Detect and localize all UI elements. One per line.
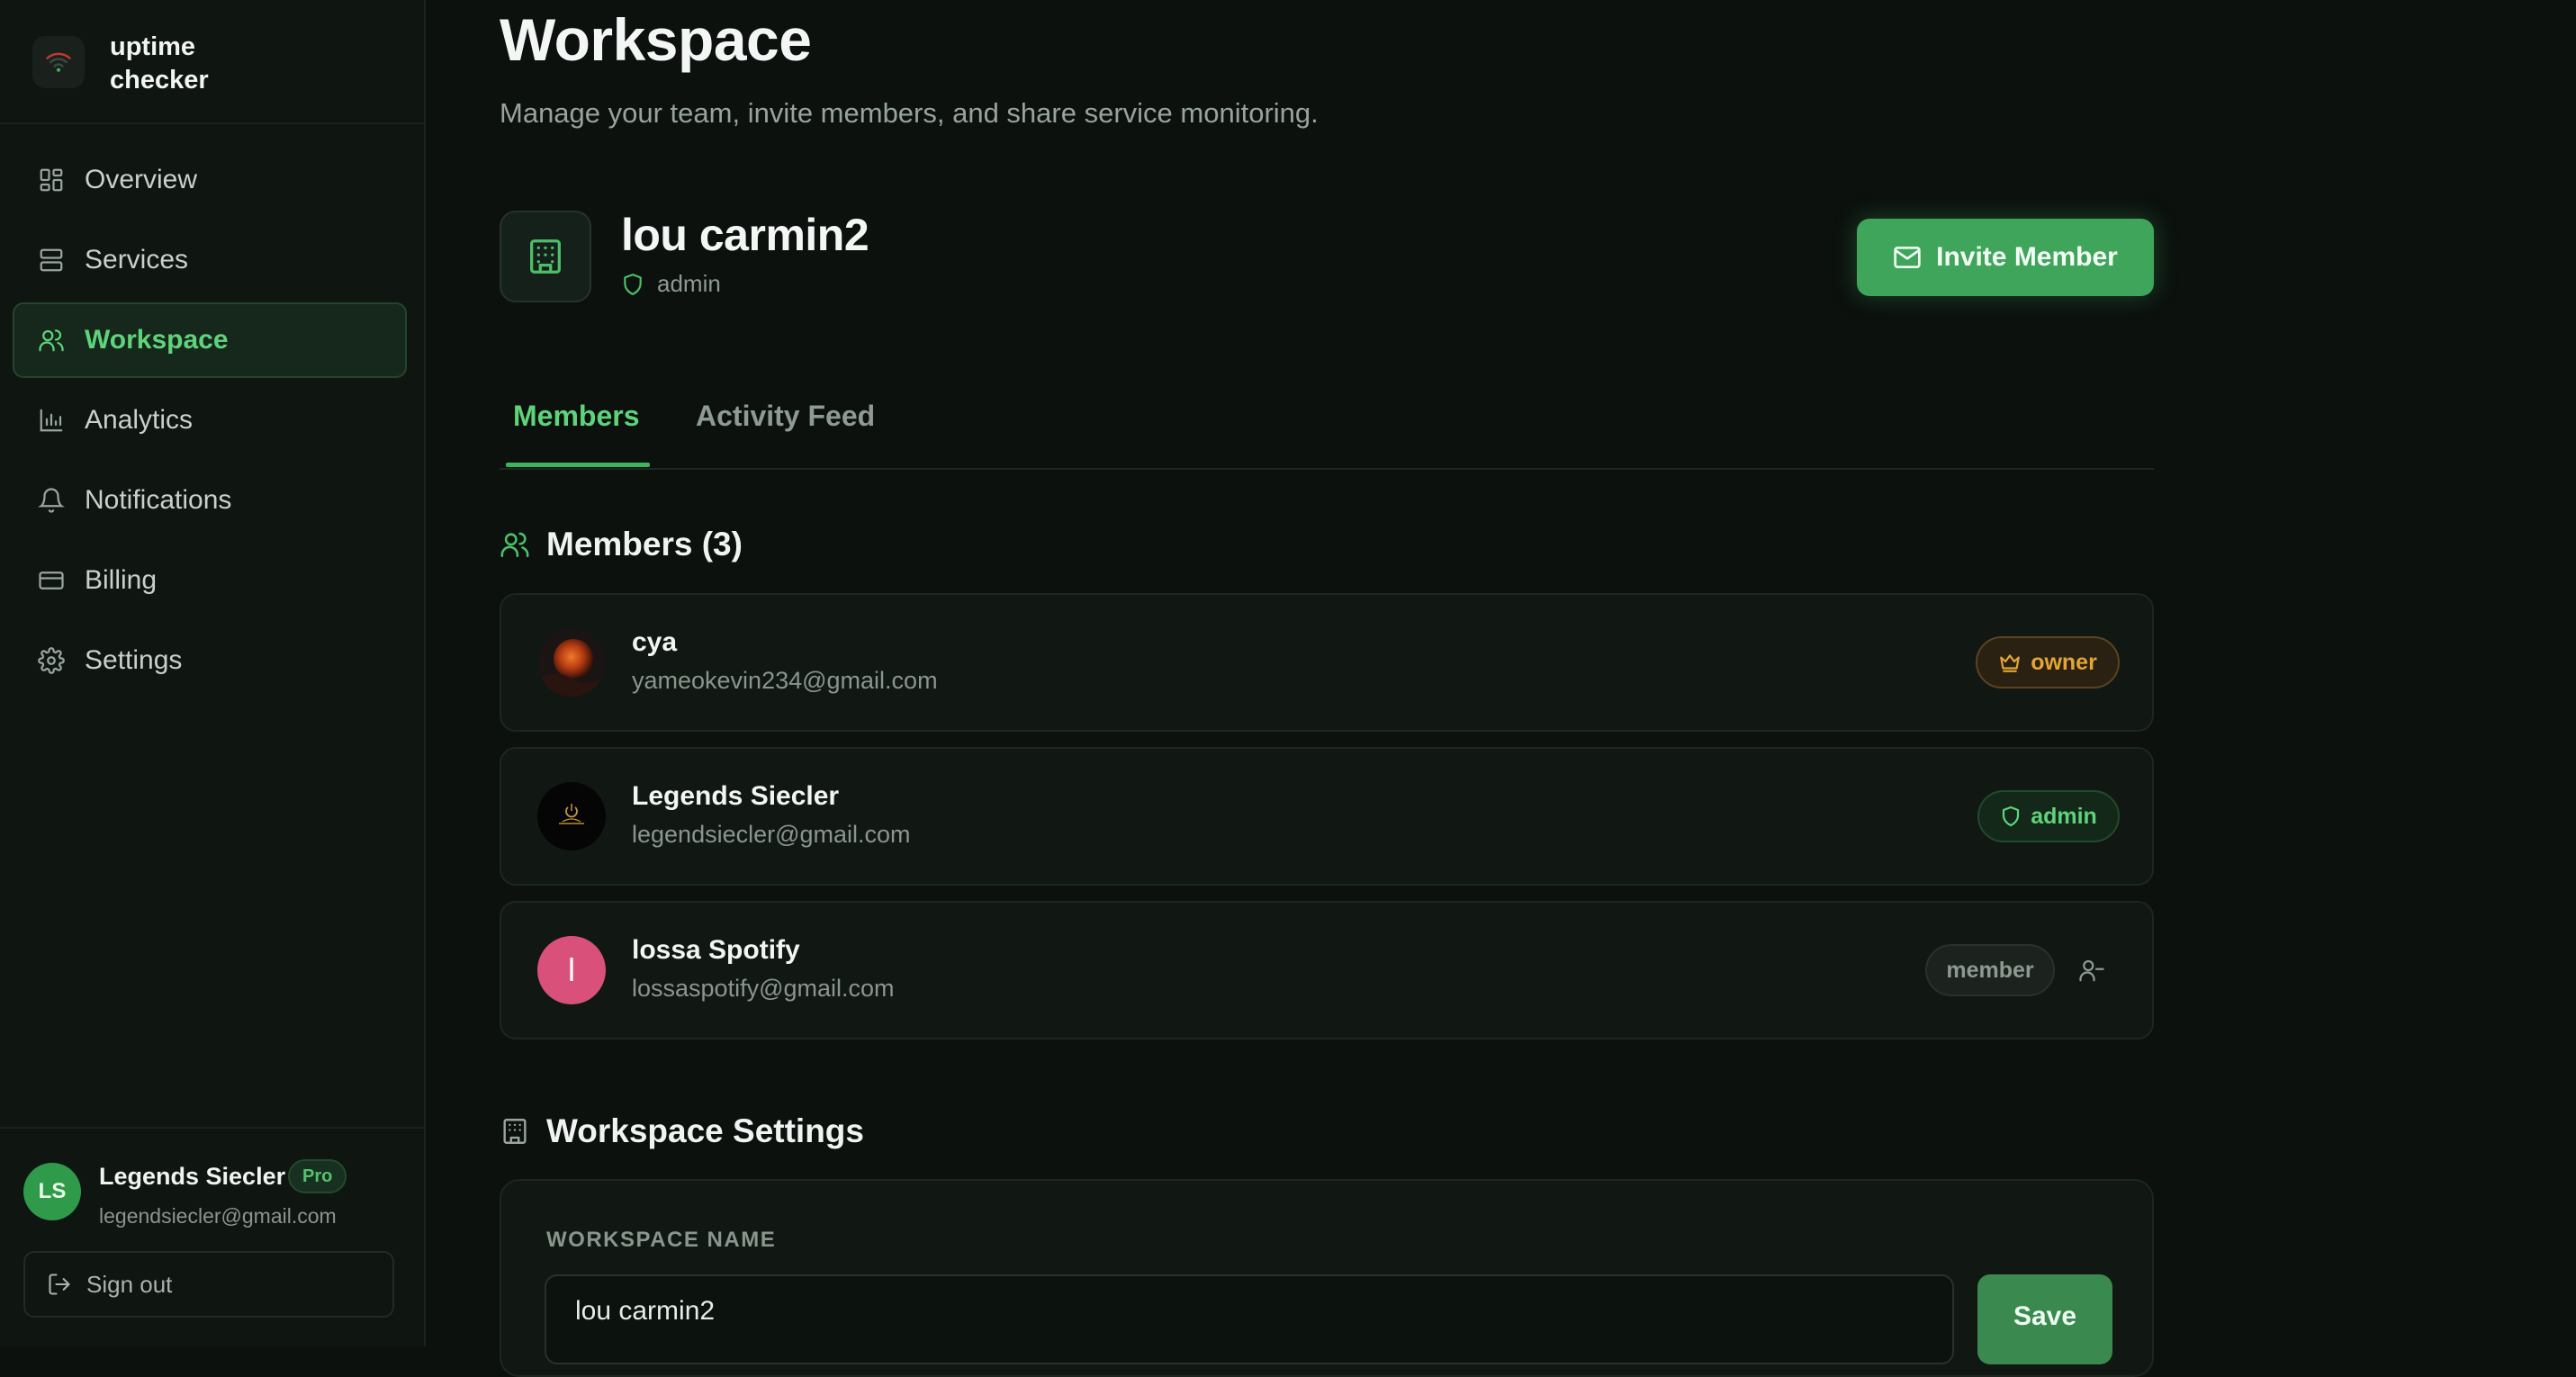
sidebar-item-billing[interactable]: Billing	[13, 543, 407, 618]
wifi-logo-icon	[32, 36, 85, 88]
member-row: cya yameokevin234@gmail.com owner	[500, 593, 2154, 732]
credit-card-icon	[36, 565, 67, 596]
member-name: cya	[632, 627, 678, 657]
sidebar-item-services[interactable]: Services	[13, 222, 407, 298]
sign-out-button[interactable]: Sign out	[23, 1251, 394, 1318]
sidebar-item-label: Services	[85, 245, 189, 274]
members-section-title: Members (3)	[500, 526, 743, 563]
workspace-name-label: WORKSPACE NAME	[546, 1228, 777, 1252]
role-badge-owner: owner	[1976, 636, 2120, 688]
member-email: legendsiecler@gmail.com	[632, 821, 911, 848]
sidebar-item-notifications[interactable]: Notifications	[13, 463, 407, 538]
main-content: Workspace Manage your team, invite membe…	[500, 0, 2156, 1377]
member-name: lossa Spotify	[632, 935, 800, 965]
plan-badge: Pro	[288, 1159, 347, 1193]
shield-icon	[2000, 806, 2031, 827]
sidebar-item-label: Billing	[85, 565, 158, 595]
remove-member-button[interactable]	[2076, 955, 2107, 986]
user-minus-icon	[2078, 957, 2105, 984]
sidebar-nav: Overview Services Workspace Analytics No…	[13, 142, 407, 703]
building-icon	[500, 211, 591, 302]
user-email: legendsiecler@gmail.com	[99, 1204, 337, 1228]
sidebar-item-label: Overview	[85, 165, 198, 194]
sidebar: uptime checker Overview Services Workspa…	[0, 0, 426, 1346]
invite-member-button[interactable]: Invite Member	[1857, 219, 2154, 296]
avatar	[537, 628, 606, 697]
role-label: admin	[2031, 803, 2097, 829]
tab-activity-feed[interactable]: Activity Feed	[696, 400, 875, 433]
logout-icon	[47, 1272, 72, 1297]
sidebar-item-analytics[interactable]: Analytics	[13, 382, 407, 458]
member-email: yameokevin234@gmail.com	[632, 667, 938, 694]
active-tab-indicator	[506, 463, 650, 467]
users-icon	[36, 325, 67, 356]
workspace-role: admin	[621, 270, 721, 298]
settings-section-title: Workspace Settings	[500, 1112, 864, 1150]
sidebar-item-settings[interactable]: Settings	[13, 623, 407, 698]
bar-chart-icon	[36, 405, 67, 436]
member-row: Legends Siecler legendsiecler@gmail.com …	[500, 747, 2154, 886]
sign-out-label: Sign out	[86, 1270, 173, 1298]
shield-icon	[621, 273, 657, 296]
user-name: Legends Siecler	[99, 1163, 286, 1190]
user-profile: LS Legends Siecler Pro legendsiecler@gma…	[0, 1127, 424, 1348]
crown-icon	[1998, 651, 2031, 674]
sidebar-item-label: Workspace	[85, 325, 229, 355]
settings-title-label: Workspace Settings	[546, 1112, 864, 1149]
workspace-name: lou carmin2	[621, 210, 869, 260]
role-label: owner	[2031, 649, 2097, 675]
building-icon	[500, 1116, 530, 1147]
mail-icon	[1893, 243, 1936, 272]
workspace-settings-card: WORKSPACE NAME Save	[500, 1179, 2154, 1377]
workspace-role-label: admin	[657, 270, 721, 297]
avatar: l	[537, 936, 606, 1004]
role-label: member	[1946, 957, 2034, 983]
member-name: Legends Siecler	[632, 781, 840, 811]
avatar[interactable]: LS	[23, 1163, 81, 1220]
sidebar-item-overview[interactable]: Overview	[13, 142, 407, 218]
members-title-label: Members (3)	[546, 526, 743, 562]
member-email: lossaspotify@gmail.com	[632, 975, 895, 1002]
sidebar-item-label: Settings	[85, 645, 183, 675]
role-badge-admin: admin	[1977, 790, 2120, 842]
sidebar-item-label: Notifications	[85, 485, 232, 515]
save-button[interactable]: Save	[1977, 1274, 2112, 1364]
server-icon	[36, 245, 67, 275]
page-title: Workspace	[500, 6, 812, 73]
workspace-name-input[interactable]	[545, 1274, 1954, 1364]
invite-member-label: Invite Member	[1936, 242, 2118, 272]
page-subtitle: Manage your team, invite members, and sh…	[500, 97, 1319, 129]
bell-icon	[36, 485, 67, 516]
avatar	[537, 782, 606, 850]
tab-members[interactable]: Members	[513, 400, 640, 433]
dashboard-icon	[36, 165, 67, 195]
gear-icon	[36, 645, 67, 676]
member-row: l lossa Spotify lossaspotify@gmail.com m…	[500, 901, 2154, 1040]
brand: uptime checker	[0, 0, 424, 124]
sidebar-item-label: Analytics	[85, 405, 194, 435]
users-icon	[500, 529, 530, 560]
role-badge-member: member	[1925, 944, 2055, 996]
tab-bar: Members Activity Feed	[500, 387, 2154, 470]
app-name: uptime checker	[110, 32, 209, 94]
sidebar-item-workspace[interactable]: Workspace	[13, 302, 407, 378]
